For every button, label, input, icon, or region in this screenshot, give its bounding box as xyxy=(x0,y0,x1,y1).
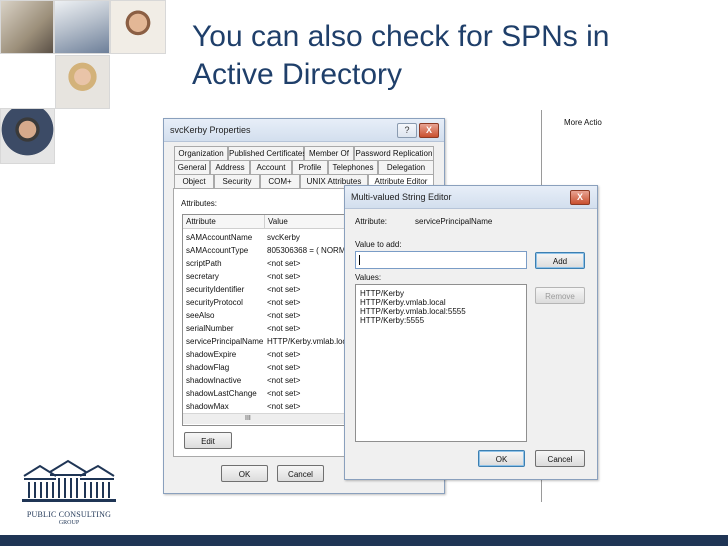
attribute-cell: securityIdentifier xyxy=(186,285,245,294)
photo-man-smiling xyxy=(110,0,166,54)
list-item[interactable]: HTTP/Kerby:5555 xyxy=(360,316,424,325)
slide-title-line-1: You can also check for SPNs in xyxy=(192,20,610,53)
tab-profile[interactable]: Profile xyxy=(292,160,328,174)
footer-bar xyxy=(0,535,728,546)
attributes-label: Attributes: xyxy=(181,199,218,208)
table-row[interactable]: securityProtocol <not set> xyxy=(183,296,363,309)
attribute-cell: seeAlso xyxy=(186,311,215,320)
attribute-label: Attribute: xyxy=(355,217,388,226)
horizontal-scrollbar[interactable]: III xyxy=(183,413,368,424)
columns-icon xyxy=(22,459,116,502)
slide-title-line-2: Active Directory xyxy=(192,58,403,91)
tab-general[interactable]: General xyxy=(174,160,210,174)
table-row[interactable]: serialNumber <not set> xyxy=(183,322,363,335)
photo-man-glasses xyxy=(0,108,55,164)
list-item[interactable]: HTTP/Kerby.vmlab.local:5555 xyxy=(360,307,466,316)
tab-published-certificates[interactable]: Published Certificates xyxy=(228,146,306,160)
editor-close-icon[interactable]: X xyxy=(570,190,590,205)
value-to-add-label: Value to add: xyxy=(355,240,402,249)
table-row[interactable]: shadowExpire <not set> xyxy=(183,348,363,361)
values-label: Values: xyxy=(355,273,382,282)
attribute-cell: sAMAccountName xyxy=(186,233,253,242)
tab-account[interactable]: Account xyxy=(250,160,292,174)
table-row[interactable]: sAMAccountName svcKerby xyxy=(183,231,363,244)
tab-object[interactable]: Object xyxy=(174,174,214,188)
attribute-cell: shadowInactive xyxy=(186,376,242,385)
logo-text-line-2: GROUP xyxy=(58,520,80,526)
attribute-cell: sAMAccountType xyxy=(186,246,249,255)
table-row[interactable]: seeAlso <not set> xyxy=(183,309,363,322)
tab-com-plus[interactable]: COM+ xyxy=(260,174,300,188)
value-to-add-input[interactable] xyxy=(355,251,527,269)
attribute-cell: shadowLastChange xyxy=(186,389,257,398)
attribute-cell: servicePrincipalName xyxy=(186,337,264,346)
tab-organization[interactable]: Organization xyxy=(174,146,228,160)
table-row[interactable]: scriptPath <not set> xyxy=(183,257,363,270)
tab-security[interactable]: Security xyxy=(214,174,260,188)
table-row[interactable]: shadowLastChange <not set> xyxy=(183,387,363,400)
list-item[interactable]: HTTP/Kerby.vmlab.local xyxy=(360,298,446,307)
editor-cancel-button[interactable]: Cancel xyxy=(535,450,585,467)
photo-woman xyxy=(55,55,110,109)
tab-member-of[interactable]: Member Of xyxy=(304,146,354,160)
pcg-logo: PUBLIC CONSULTING GROUP xyxy=(20,458,118,534)
add-button[interactable]: Add xyxy=(535,252,585,269)
properties-dialog-title: svcKerby Properties xyxy=(170,125,251,135)
attribute-cell: securityProtocol xyxy=(186,298,243,307)
tab-telephones[interactable]: Telephones xyxy=(328,160,378,174)
logo-text-line-1: PUBLIC CONSULTING xyxy=(26,510,112,519)
attributes-table: Attribute Value sAMAccountName svcKerby sA… xyxy=(182,214,369,426)
table-row[interactable]: servicePrincipalName HTTP/Kerby.vmlab.loc… xyxy=(183,335,363,348)
attribute-cell: scriptPath xyxy=(186,259,222,268)
tab-password-replication[interactable]: Password Replication xyxy=(354,146,434,160)
editor-title: Multi-valued String Editor xyxy=(351,192,452,202)
editor-titlebar[interactable]: Multi-valued String Editor xyxy=(345,186,597,209)
attribute-cell: serialNumber xyxy=(186,324,234,333)
values-list[interactable]: HTTP/Kerby HTTP/Kerby.vmlab.local HTTP/Ker… xyxy=(355,284,527,442)
table-row[interactable]: shadowFlag <not set> xyxy=(183,361,363,374)
tab-delegation[interactable]: Delegation xyxy=(378,160,434,174)
list-item[interactable]: HTTP/Kerby xyxy=(360,289,404,298)
attribute-cell: shadowExpire xyxy=(186,350,237,359)
column-header-attribute[interactable]: Attribute xyxy=(183,215,265,229)
multi-valued-string-editor: Multi-valued String Editor X Attribute: … xyxy=(344,185,598,480)
close-icon[interactable]: X xyxy=(419,123,439,138)
properties-cancel-button[interactable]: Cancel xyxy=(277,465,324,482)
table-row[interactable]: secretary <not set> xyxy=(183,270,363,283)
more-actions-link[interactable]: More Actio xyxy=(564,118,602,127)
scroll-grip: III xyxy=(245,415,251,422)
table-row[interactable]: shadowInactive <not set> xyxy=(183,374,363,387)
photo-meeting xyxy=(0,0,54,54)
help-button[interactable]: ? xyxy=(397,123,417,138)
properties-ok-button[interactable]: OK xyxy=(221,465,268,482)
attribute-name: servicePrincipalName xyxy=(415,217,493,226)
tab-address[interactable]: Address xyxy=(210,160,250,174)
photo-documents xyxy=(54,0,110,54)
remove-button[interactable]: Remove xyxy=(535,287,585,304)
attribute-cell: shadowMax xyxy=(186,402,229,411)
table-row[interactable]: securityIdentifier <not set> xyxy=(183,283,363,296)
slide-title: You can also check for SPNs in Active Di… xyxy=(192,18,712,94)
table-row[interactable]: sAMAccountType 805306368 = ( NORMA xyxy=(183,244,363,257)
editor-ok-button[interactable]: OK xyxy=(478,450,525,467)
attribute-cell: shadowFlag xyxy=(186,363,230,372)
attribute-cell: secretary xyxy=(186,272,219,281)
text-cursor xyxy=(359,255,360,265)
edit-button[interactable]: Edit xyxy=(184,432,232,449)
table-row[interactable]: shadowMax <not set> xyxy=(183,400,363,413)
